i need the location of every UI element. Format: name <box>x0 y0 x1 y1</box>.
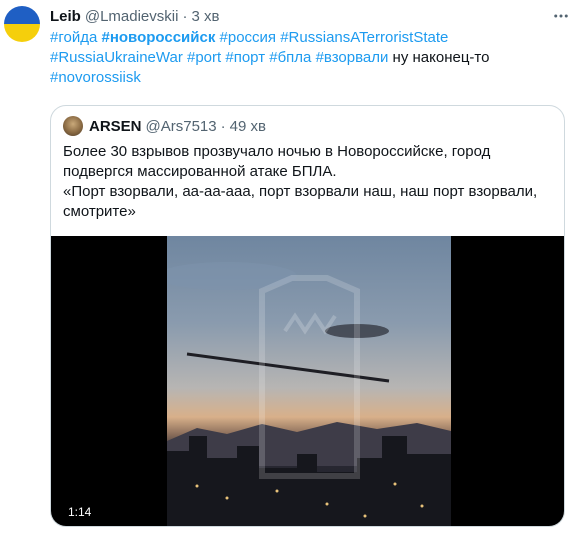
quoted-timestamp[interactable]: 49 хв <box>230 118 266 135</box>
hashtag-link[interactable]: #RussiansATerroristState <box>280 29 448 46</box>
quoted-tweet-header: ARSEN @Ars7513 · 49 хв <box>63 116 266 136</box>
quoted-display-name[interactable]: ARSEN <box>89 118 142 135</box>
hashtag-link[interactable]: #гойда <box>50 29 97 46</box>
more-options-icon <box>554 14 568 18</box>
quoted-avatar[interactable] <box>63 116 83 136</box>
tweet-header: Leib @Lmadievskii · 3 хв <box>50 6 219 26</box>
tweet-text: #гойда #новороссийск #россия #RussiansAT… <box>50 28 570 88</box>
video-thumbnail-scene <box>167 262 451 526</box>
video-duration: 1:14 <box>63 504 97 520</box>
display-name[interactable]: Leib <box>50 8 81 25</box>
hashtag-link[interactable]: #россия <box>220 29 277 46</box>
separator-dot: · <box>182 7 188 25</box>
hashtag-link[interactable]: #бпла <box>269 49 311 66</box>
more-options-button[interactable] <box>549 6 573 26</box>
user-handle[interactable]: @Lmadievskii <box>85 8 179 25</box>
flag-blue-stripe <box>4 6 40 24</box>
hashtag-link[interactable]: #port <box>187 49 221 66</box>
hashtag-link[interactable]: #RussiaUkraineWar <box>50 49 183 66</box>
quoted-tweet[interactable]: ARSEN @Ars7513 · 49 хв Более 30 взрывов … <box>50 105 565 527</box>
timestamp[interactable]: 3 хв <box>191 8 219 25</box>
quoted-paragraph: «Порт взорвали, аа-аа-ааа, порт взорвали… <box>63 183 538 220</box>
hashtag-link[interactable]: #novorossiisk <box>50 69 141 86</box>
video-frame <box>167 236 451 526</box>
quoted-paragraph: Более 30 взрывов прозвучало ночью в Ново… <box>63 143 491 180</box>
quoted-user-handle[interactable]: @Ars7513 <box>146 118 217 135</box>
hashtag-link[interactable]: #порт <box>225 49 265 66</box>
flag-yellow-stripe <box>4 24 40 42</box>
quoted-separator-dot: · <box>220 117 226 135</box>
tweet[interactable]: Leib @Lmadievskii · 3 хв #гойда #новорос… <box>0 0 583 541</box>
hashtag-link[interactable]: #новороссийск <box>101 29 215 46</box>
quoted-tweet-text: Более 30 взрывов прозвучало ночью в Ново… <box>63 142 553 222</box>
avatar[interactable] <box>4 6 40 42</box>
tweet-text-segment: ну наконец-то <box>388 49 490 66</box>
video-player[interactable]: 1:14 <box>51 236 564 526</box>
hashtag-link[interactable]: #взорвали <box>316 49 389 66</box>
